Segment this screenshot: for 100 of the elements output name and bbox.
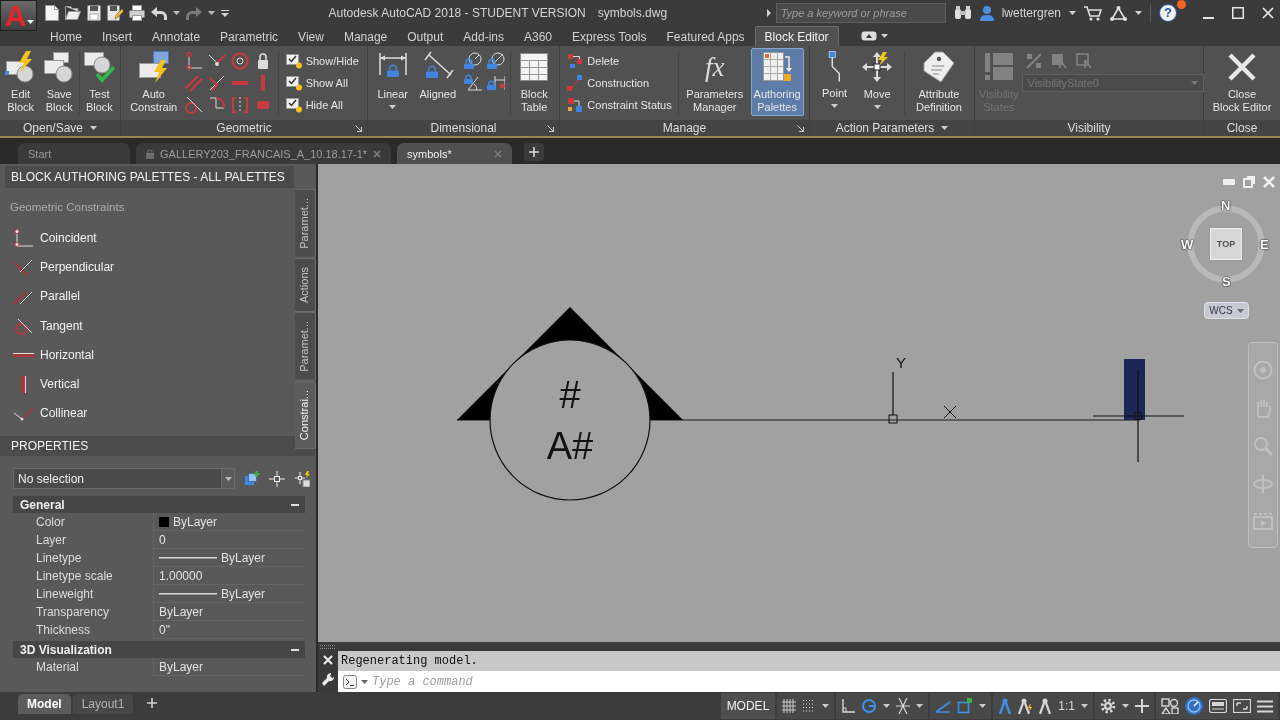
caret-icon[interactable]	[979, 704, 987, 708]
caret-icon[interactable]	[880, 34, 888, 38]
drafting-compass-lightning-icon[interactable]	[1018, 698, 1033, 714]
layout-tab[interactable]: Layout1	[72, 694, 134, 714]
symmetric-constraint-icon[interactable]	[231, 96, 250, 114]
layout-tab[interactable]: Model	[18, 694, 71, 714]
aligned-button[interactable]: Aligned	[416, 48, 460, 116]
compass-direction[interactable]: N	[1221, 199, 1231, 212]
panel-window-icon[interactable]	[1209, 699, 1227, 713]
concentric-constraint-icon[interactable]	[231, 52, 250, 70]
drafting-compass-icon[interactable]	[998, 698, 1013, 714]
drafting-compass-icon[interactable]	[1038, 698, 1053, 714]
palette-tool[interactable]: Coincident	[5, 223, 101, 253]
dialog-launcher-icon[interactable]	[355, 125, 362, 132]
caret-icon[interactable]	[822, 704, 830, 708]
property-value[interactable]: ByLayer	[159, 659, 204, 674]
new-file-icon[interactable]	[45, 5, 59, 21]
caret-icon[interactable]	[941, 126, 949, 130]
selection-dropdown[interactable]: No selection	[13, 468, 235, 489]
test-block-button[interactable]: Test Block	[80, 48, 119, 116]
print-icon[interactable]	[129, 5, 145, 21]
drag-handle-icon[interactable]	[320, 644, 336, 649]
menu-icon[interactable]	[1257, 699, 1273, 713]
coincident-constraint-icon[interactable]	[185, 52, 204, 70]
parameters-manager-button[interactable]: fx Parameters Manager	[683, 48, 747, 116]
file-tab[interactable]: Start	[18, 143, 130, 164]
dialog-launcher-icon[interactable]	[797, 125, 804, 132]
palette-tool[interactable]: Collinear	[5, 398, 92, 429]
tangent-constraint-icon[interactable]	[185, 96, 204, 114]
radius-lock-icon[interactable]	[463, 52, 482, 70]
authoring-palettes-button[interactable]: Authoring Palettes	[750, 48, 804, 116]
snap-square-icon[interactable]	[957, 698, 974, 714]
collapse-icon[interactable]	[291, 648, 299, 651]
crosshair-lightning-icon[interactable]	[294, 470, 310, 487]
open-folder-icon[interactable]	[65, 6, 81, 20]
close-block-editor-button[interactable]: Close Block Editor	[1209, 48, 1275, 116]
palette-tool[interactable]: Perpendicular	[5, 252, 119, 282]
ribbon-tab[interactable]: View	[288, 26, 334, 46]
palette-tab[interactable]: Paramet...	[295, 189, 316, 258]
plus-icon[interactable]	[524, 143, 545, 161]
fullscreen-icon[interactable]	[1233, 699, 1251, 713]
shapes-icon[interactable]	[1161, 698, 1179, 714]
dialog-launcher-icon[interactable]	[547, 125, 554, 132]
caret-icon[interactable]	[90, 126, 97, 130]
save-icon[interactable]	[87, 5, 101, 21]
shopping-cart-icon[interactable]	[1084, 5, 1102, 21]
property-value[interactable]: ByLayer	[221, 586, 266, 601]
attribute-definition-button[interactable]: Attribute Definition	[913, 48, 965, 116]
undo-icon[interactable]	[151, 6, 167, 20]
command-prompt-icon[interactable]	[343, 674, 357, 689]
annotation-scale-menu[interactable]: 1:1	[1058, 699, 1075, 713]
ribbon-tab[interactable]: Block Editor	[754, 26, 839, 46]
ribbon-tab[interactable]: Featured Apps	[656, 26, 755, 46]
circle-radius-icon[interactable]	[861, 698, 878, 714]
edit-block-button[interactable]: Edit Block	[1, 48, 40, 116]
caret-icon[interactable]	[916, 704, 924, 708]
move-button[interactable]: Move	[858, 48, 897, 116]
category-header[interactable]: 3D Visualization	[13, 641, 305, 658]
dimension-lock-icon[interactable]	[486, 74, 505, 92]
show-hide-button[interactable]: Show/Hide	[283, 50, 361, 71]
plus-icon[interactable]	[1135, 699, 1149, 713]
palette-tool[interactable]: Horizontal	[5, 340, 99, 370]
plus-icon[interactable]	[147, 698, 158, 708]
ribbon-tab[interactable]: Express Tools	[562, 26, 657, 46]
maximize-icon[interactable]	[1232, 7, 1244, 19]
delete-button[interactable]: Delete	[565, 50, 674, 71]
angular-lock-icon[interactable]	[463, 74, 482, 92]
ribbon-tab[interactable]: Insert	[92, 26, 143, 46]
grid-icon[interactable]	[782, 699, 797, 713]
file-tab[interactable]: symbols*	[397, 143, 513, 164]
customize-icon[interactable]	[221, 9, 229, 17]
construction-button[interactable]: Construction	[565, 72, 674, 93]
show-all-button[interactable]: Show All	[283, 72, 361, 93]
palette-tab[interactable]: Constrai...	[295, 380, 316, 449]
ribbon-tab[interactable]: Home	[40, 26, 92, 46]
coordinate-system-menu[interactable]: WCS	[1204, 302, 1249, 319]
save-as-icon[interactable]	[107, 5, 123, 21]
ribbon-tab[interactable]: Add-ins	[453, 26, 514, 46]
help-button[interactable]: ?	[1159, 4, 1177, 22]
property-value[interactable]: 0	[159, 532, 166, 547]
expand-arrow-icon[interactable]	[766, 9, 771, 17]
linear-button[interactable]: Linear	[373, 48, 412, 116]
perpendicular-constraint-icon[interactable]	[208, 74, 227, 92]
file-tab[interactable]: GALLERY203_FRANCAIS_A_10.18.17-1*	[136, 143, 392, 164]
ribbon-tab[interactable]: A360	[514, 26, 562, 46]
username[interactable]: lwettergren	[1001, 6, 1061, 20]
property-value[interactable]: ByLayer	[221, 550, 266, 565]
caret-icon[interactable]	[1122, 704, 1129, 708]
caret-icon[interactable]	[173, 11, 180, 15]
viewcube-face[interactable]: TOP	[1210, 228, 1242, 260]
palette-tab[interactable]: Paramet...	[295, 311, 316, 381]
palette-tool[interactable]: Tangent	[5, 310, 87, 341]
binoculars-icon[interactable]	[953, 6, 972, 20]
collapse-icon[interactable]	[291, 503, 299, 506]
caret-icon[interactable]	[1069, 11, 1076, 15]
block-table-button[interactable]: Block Table	[515, 48, 554, 116]
constraint-status-button[interactable]: Constraint Status	[565, 94, 674, 115]
add-selection-icon[interactable]	[244, 470, 260, 487]
auto-constrain-button[interactable]: Auto Constrain	[127, 48, 181, 116]
ribbon-minimize-icon[interactable]	[860, 31, 877, 41]
